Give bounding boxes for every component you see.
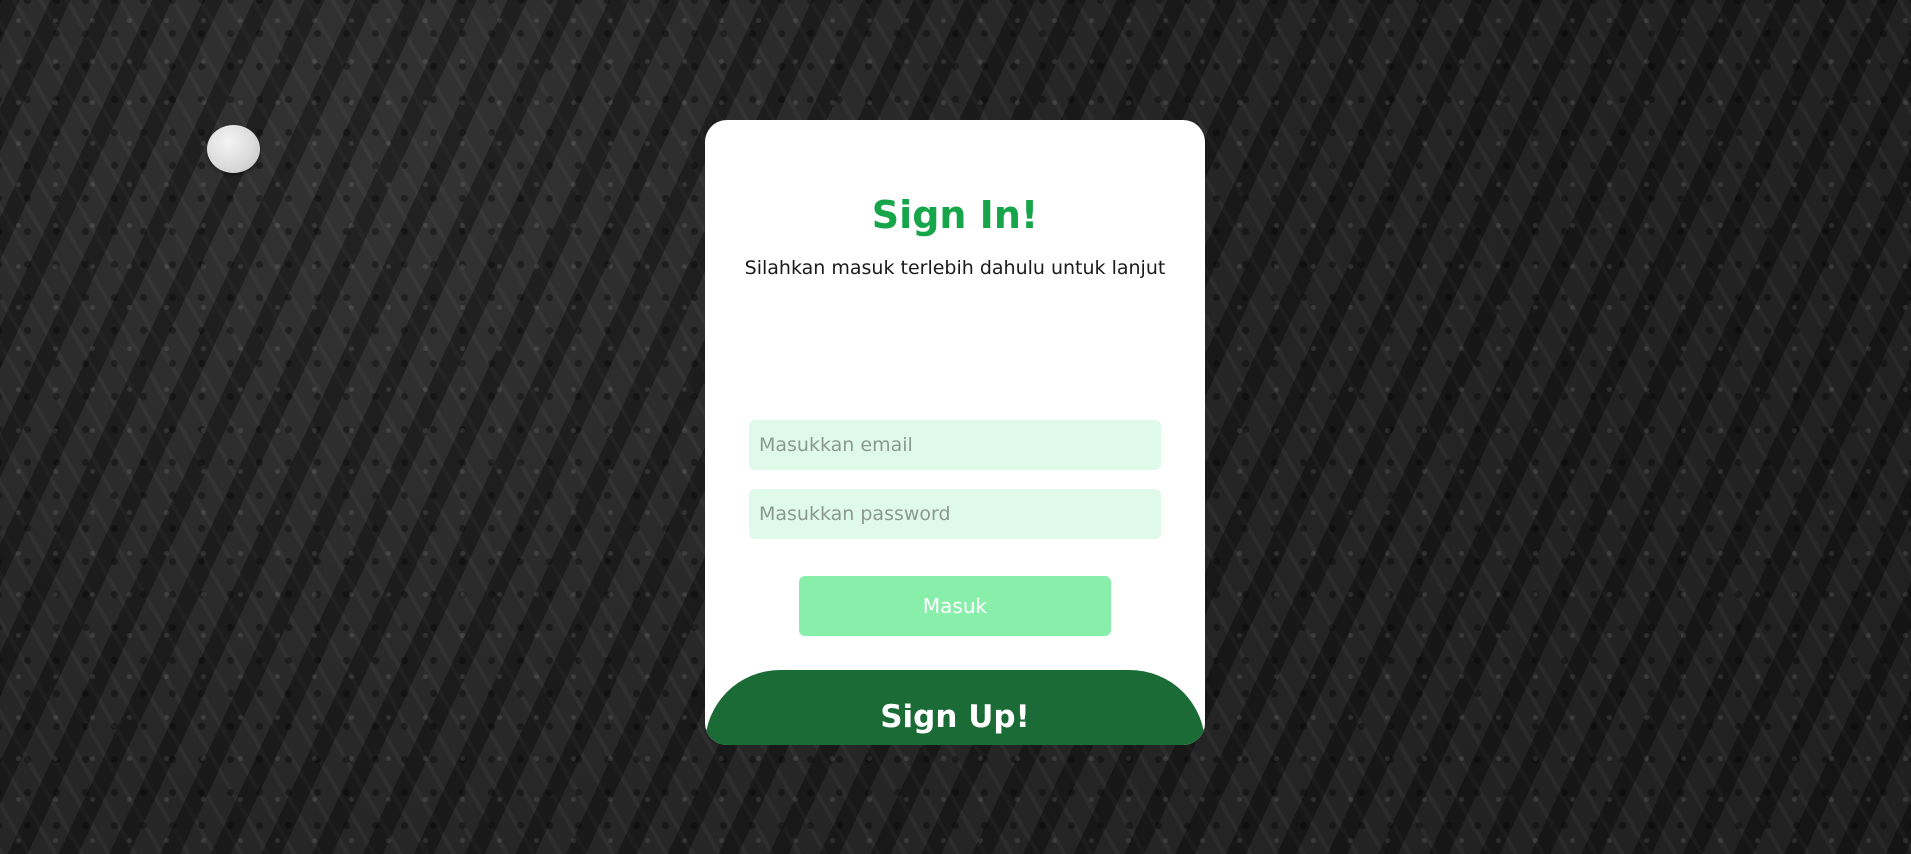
password-field[interactable] <box>749 489 1161 539</box>
login-title: Sign In! <box>871 193 1039 237</box>
login-card: Sign In! Silahkan masuk terlebih dahulu … <box>705 120 1205 745</box>
email-field[interactable] <box>749 420 1161 470</box>
login-subtitle: Silahkan masuk terlebih dahulu untuk lan… <box>744 257 1166 279</box>
masuk-button[interactable]: Masuk <box>799 576 1111 636</box>
floating-orb <box>207 125 260 173</box>
signup-button[interactable]: Sign Up! <box>705 670 1205 745</box>
